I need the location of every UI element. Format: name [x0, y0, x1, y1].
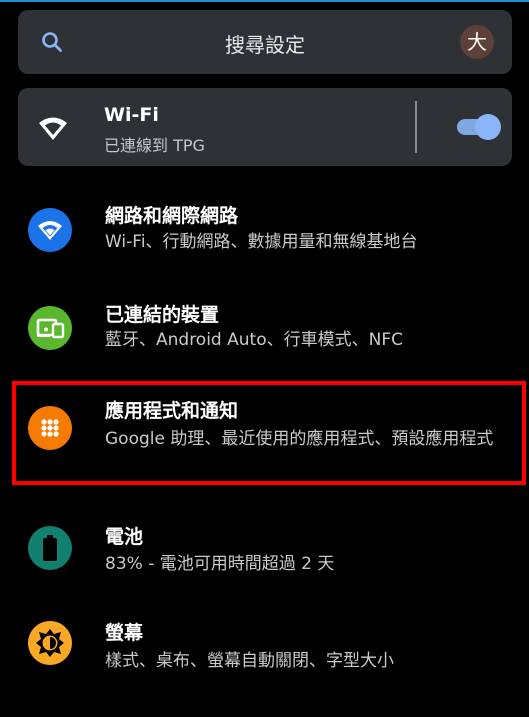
devices-icon — [28, 306, 72, 350]
item-title: 網路和網際網路 — [105, 205, 239, 227]
item-title: 螢幕 — [105, 622, 144, 644]
settings-item-connected-devices[interactable]: 已連結的裝置 藍牙、Android Auto、行車模式、NFC — [0, 289, 529, 369]
item-title: 已連結的裝置 — [105, 304, 220, 326]
wifi-icon — [39, 117, 67, 140]
settings-item-battery[interactable]: 電池 83% - 電池可用時間超過 2 天 — [0, 517, 529, 597]
item-subtitle: 樣式、桌布、螢幕自動關閉、字型大小 — [105, 651, 394, 671]
wifi-status: 已連線到 TPG — [104, 136, 205, 155]
item-subtitle: 藍牙、Android Auto、行車模式、NFC — [105, 330, 403, 350]
brightness-icon — [28, 621, 72, 665]
settings-item-network[interactable]: 網路和網際網路 Wi-Fi、行動網路、數據用量和無線基地台 — [0, 192, 529, 272]
wifi-toggle[interactable] — [455, 114, 501, 140]
toggle-thumb — [475, 114, 501, 140]
wifi-title: Wi-Fi — [104, 104, 159, 126]
settings-item-display[interactable]: 螢幕 樣式、桌布、螢幕自動關閉、字型大小 — [0, 614, 529, 694]
settings-screen: 搜尋設定 大 Wi-Fi 已連線到 TPG 網路和網際網路 Wi-Fi、行動網路… — [0, 0, 529, 717]
battery-icon — [28, 526, 72, 570]
wifi-divider — [415, 101, 417, 153]
item-title: 電池 — [105, 526, 144, 548]
wifi-quick-card[interactable]: Wi-Fi 已連線到 TPG — [18, 88, 512, 166]
search-bar[interactable]: 搜尋設定 大 — [18, 10, 512, 74]
item-subtitle: 83% - 電池可用時間超過 2 天 — [105, 554, 335, 574]
avatar[interactable]: 大 — [460, 25, 494, 59]
search-placeholder: 搜尋設定 — [225, 33, 305, 57]
network-icon — [28, 208, 72, 252]
highlight-box — [12, 381, 526, 485]
item-subtitle: Wi-Fi、行動網路、數據用量和無線基地台 — [105, 232, 418, 252]
